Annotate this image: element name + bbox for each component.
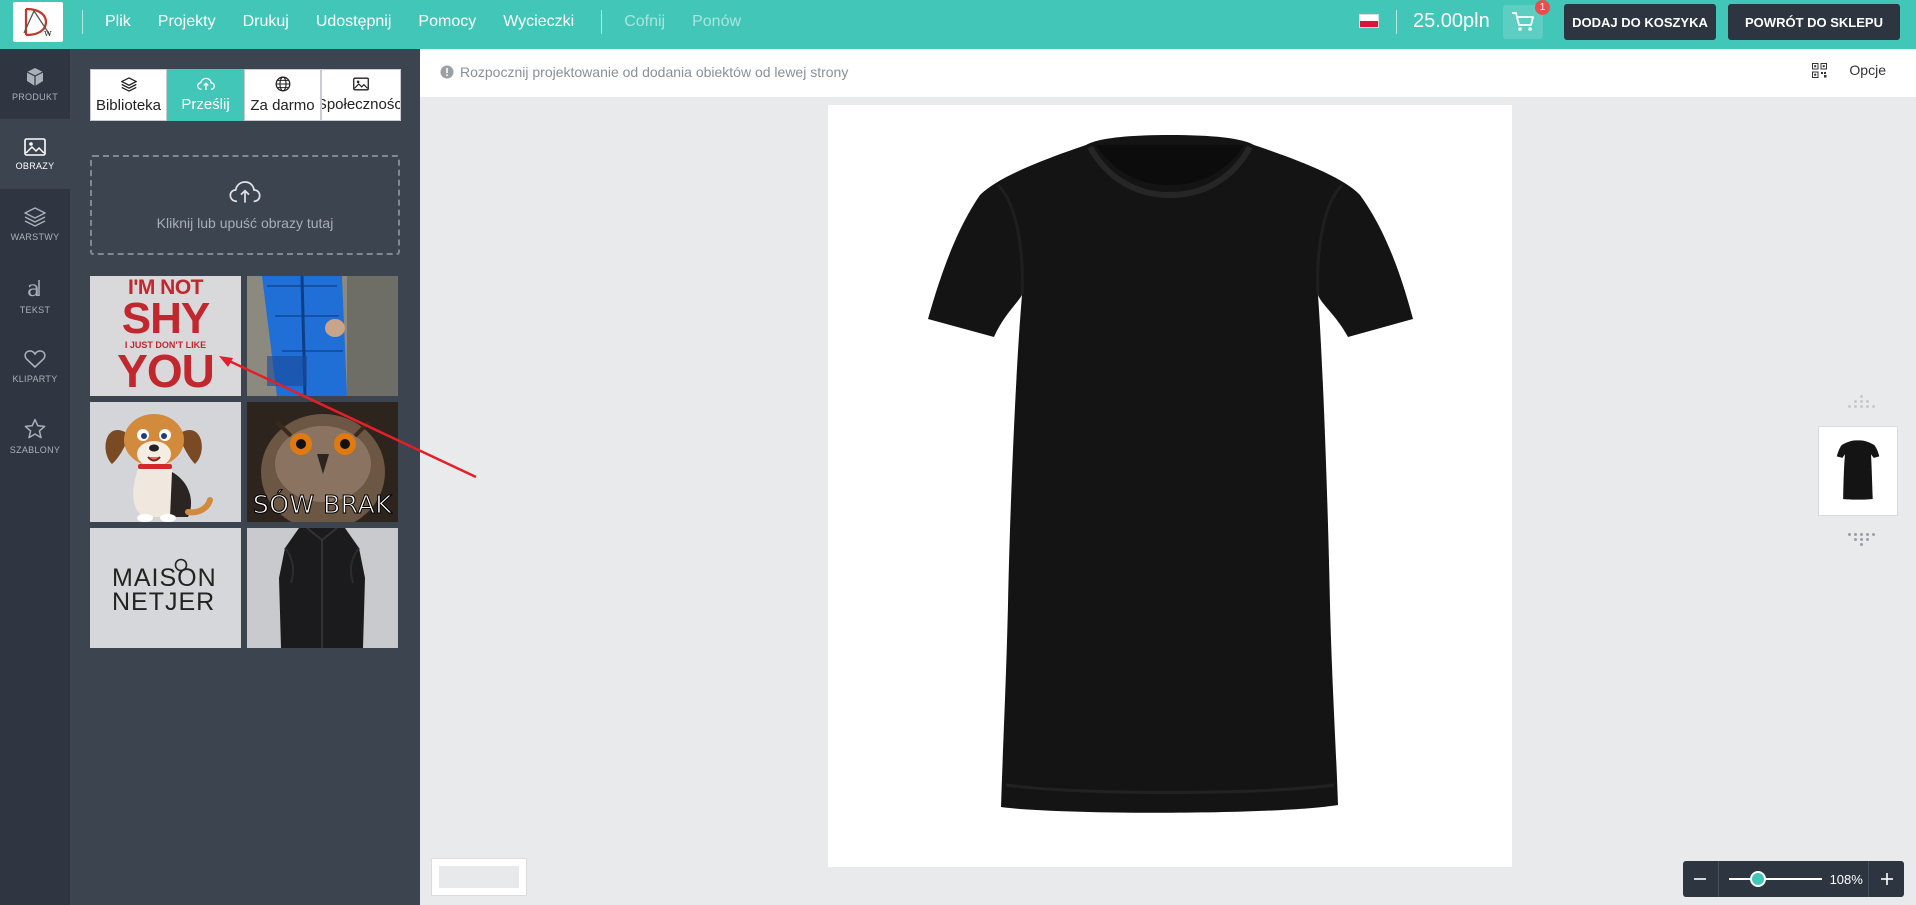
- rail-item-label: TEKST: [19, 304, 51, 315]
- star-icon: [24, 418, 46, 438]
- tab-label: Prześlij: [181, 96, 230, 113]
- scroll-up-dots-icon[interactable]: [1848, 395, 1876, 408]
- divider: [82, 10, 83, 34]
- rail-item-text[interactable]: a TEKST: [0, 261, 70, 331]
- thumb-text-line: SHY: [121, 294, 210, 343]
- top-bar: w Plik Projekty Drukuj Udostępnij Pomocy…: [0, 0, 1916, 49]
- rail-item-label: KLIPARTY: [12, 373, 58, 384]
- thumb-text-line: YOU: [117, 345, 215, 396]
- zoom-in-button[interactable]: [1869, 861, 1904, 897]
- heart-icon: [24, 349, 46, 368]
- image-icon: [353, 77, 369, 91]
- globe-icon: [275, 76, 290, 92]
- upload-dropzone[interactable]: Kliknij lub upuść obrazy tutaj: [90, 155, 400, 255]
- zoom-out-button[interactable]: [1683, 861, 1718, 897]
- image-thumbnail-black-vest[interactable]: [247, 528, 398, 648]
- uploaded-images-grid: I'M NOT SHY I JUST DON'T LIKE YOU SÓW BR…: [90, 276, 400, 648]
- info-icon: [440, 65, 454, 79]
- thumb-text-line: MAISON: [112, 564, 217, 592]
- thumb-text-line: NETJER: [112, 588, 216, 616]
- zoom-slider[interactable]: [1728, 871, 1822, 887]
- logo-circle-icon: [174, 558, 188, 572]
- plus-icon: [1880, 873, 1893, 885]
- view-thumbnail-front[interactable]: [1818, 426, 1898, 516]
- product-artboard[interactable]: [828, 105, 1512, 867]
- zoom-value: 108%: [1829, 871, 1863, 887]
- image-thumbnail-blue-jacket[interactable]: [247, 276, 398, 396]
- dropzone-label: Kliknij lub upuść obrazy tutaj: [156, 215, 334, 231]
- rail-item-templates[interactable]: SZABLONY: [0, 401, 70, 471]
- add-to-cart-button[interactable]: DODAJ DO KOSZYKA: [1564, 4, 1716, 40]
- cart-icon: [1512, 12, 1534, 31]
- menu-share[interactable]: Udostępnij: [316, 13, 392, 31]
- menu-file[interactable]: Plik: [105, 13, 131, 31]
- image-thumbnail-owl[interactable]: SÓW BRAK: [247, 402, 398, 522]
- logo[interactable]: w: [13, 2, 63, 42]
- text-icon: a: [27, 278, 40, 300]
- tab-label: Za darmo: [250, 97, 315, 114]
- undo-button[interactable]: Cofnij: [624, 13, 665, 31]
- hint-bar: Rozpocznij projektowanie od dodania obie…: [420, 49, 1916, 97]
- tshirt-thumb-image: [1836, 440, 1880, 500]
- redo-button[interactable]: Ponów: [692, 13, 741, 31]
- divider: [1396, 10, 1397, 34]
- rail-item-images[interactable]: OBRAZY: [0, 119, 70, 189]
- layers-icon: [24, 206, 46, 227]
- menu-tours[interactable]: Wycieczki: [503, 13, 574, 31]
- pl-flag-icon[interactable]: [1359, 14, 1379, 28]
- rail-item-product[interactable]: PRODUKT: [0, 49, 70, 119]
- image-thumbnail-cartoon-dog[interactable]: [90, 402, 241, 522]
- tshirt-image: [928, 135, 1413, 813]
- menu-projects[interactable]: Projekty: [158, 13, 216, 31]
- tab-upload[interactable]: Prześlij: [167, 69, 244, 121]
- design-canvas-area: Rozpocznij projektowanie od dodania obie…: [420, 49, 1916, 905]
- box-icon: [26, 67, 44, 86]
- zoom-control: 108%: [1683, 861, 1904, 897]
- divider: [1717, 861, 1719, 897]
- back-to-shop-button[interactable]: POWRÓT DO SKLEPU: [1728, 4, 1900, 40]
- logo-mark-icon: w: [23, 7, 52, 39]
- image-thumbnail-im-not-shy[interactable]: I'M NOT SHY I JUST DON'T LIKE YOU: [90, 276, 241, 396]
- tab-label: Społeczności: [321, 96, 401, 113]
- cloud-upload-icon: [196, 77, 215, 90]
- cart-count-badge: 1: [1535, 0, 1550, 15]
- tab-label: Biblioteka: [95, 96, 162, 114]
- price-label: 25.00pln: [1413, 10, 1490, 32]
- layers-icon: [120, 76, 137, 92]
- tab-community[interactable]: Społeczności: [321, 69, 401, 121]
- left-nav-rail: PRODUKT OBRAZY WARSTWY a TEKST KLIPARTY …: [0, 49, 70, 905]
- zoom-slider-handle[interactable]: [1749, 871, 1766, 887]
- black-vest-image: [279, 528, 365, 648]
- minus-icon: [1694, 878, 1707, 880]
- logo-text: w: [44, 29, 52, 39]
- rail-item-label: OBRAZY: [15, 160, 55, 171]
- rail-item-cliparts[interactable]: KLIPARTY: [0, 331, 70, 401]
- divider: [601, 10, 603, 34]
- hint-text: Rozpocznij projektowanie od dodania obie…: [460, 64, 849, 80]
- rail-item-label: WARSTWY: [10, 231, 60, 242]
- product-views: [1818, 49, 1898, 905]
- image-icon: [24, 137, 46, 156]
- scroll-down-dots-icon[interactable]: [1848, 533, 1876, 546]
- main-menu: Plik Projekty Drukuj Udostępnij Pomocy W…: [105, 0, 768, 44]
- image-source-tabs: Biblioteka Prześlij Za darmo Społecznośc…: [90, 69, 401, 121]
- image-thumbnail-maison-netjer[interactable]: MAISON NETJER: [90, 528, 241, 648]
- canvas-minimap[interactable]: [432, 859, 526, 895]
- hint-message: Rozpocznij projektowanie od dodania obie…: [440, 64, 848, 80]
- images-panel: Biblioteka Prześlij Za darmo Społecznośc…: [70, 49, 420, 905]
- cloud-upload-icon: [229, 181, 261, 203]
- rail-item-layers[interactable]: WARSTWY: [0, 189, 70, 259]
- cartoon-dog-image: [105, 414, 213, 522]
- menu-print[interactable]: Drukuj: [243, 13, 289, 31]
- menu-help[interactable]: Pomocy: [418, 13, 476, 31]
- tab-library[interactable]: Biblioteka: [90, 69, 167, 121]
- rail-item-label: SZABLONY: [9, 444, 61, 455]
- owl-caption: SÓW BRAK: [252, 490, 393, 520]
- rail-item-label: PRODUKT: [11, 91, 59, 102]
- tab-free[interactable]: Za darmo: [244, 69, 321, 121]
- photo-jacket-image: [247, 276, 398, 396]
